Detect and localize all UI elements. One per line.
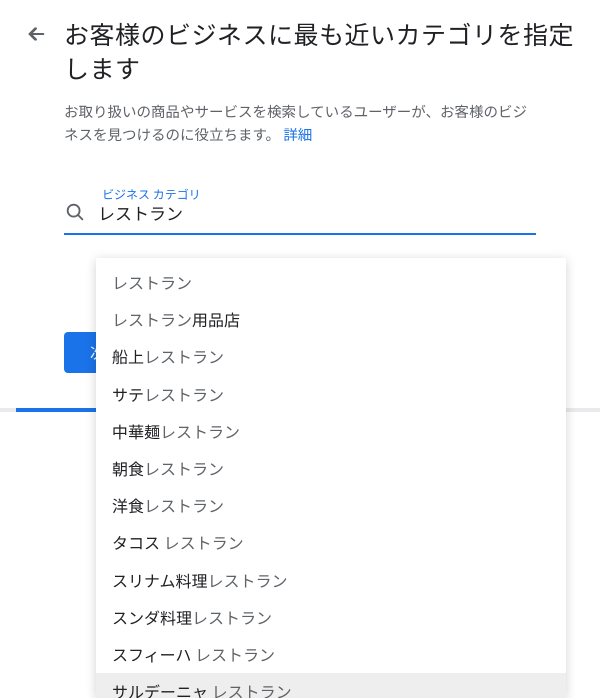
- dropdown-item-prefix: 朝食: [112, 456, 144, 480]
- dropdown-item[interactable]: サテレストラン: [96, 376, 566, 413]
- dropdown-item[interactable]: レストラン用品店: [96, 301, 566, 338]
- dropdown-item-match: レストラン: [192, 605, 272, 629]
- progress-fill: [16, 408, 104, 412]
- back-button[interactable]: [24, 24, 48, 48]
- dropdown-item[interactable]: スリナム料理レストラン: [96, 562, 566, 599]
- dropdown-item-prefix: スリナム料理: [112, 568, 208, 592]
- dropdown-item[interactable]: スフィーハ レストラン: [96, 636, 566, 673]
- arrow-left-icon: [25, 23, 47, 50]
- dropdown-item[interactable]: スンダ料理レストラン: [96, 599, 566, 636]
- dropdown-item[interactable]: タコス レストラン: [96, 524, 566, 561]
- dropdown-item[interactable]: 中華麺レストラン: [96, 413, 566, 450]
- dropdown-item-prefix: 中華麺: [112, 419, 160, 443]
- dropdown-item-prefix: スフィーハ: [112, 642, 195, 666]
- dropdown-item[interactable]: サルデーニャ レストラン: [96, 673, 566, 698]
- dropdown-item-match: レストラン: [112, 270, 192, 294]
- dropdown-item-prefix: スンダ料理: [112, 605, 192, 629]
- dropdown-item-prefix: サテ: [112, 382, 144, 406]
- search-icon: [64, 201, 86, 223]
- page-title: お客様のビジネスに最も近いカテゴリを指定します: [64, 18, 576, 86]
- dropdown-item[interactable]: 船上レストラン: [96, 338, 566, 375]
- dropdown-item-match: レストラン: [112, 307, 192, 331]
- page-subtitle: お取り扱いの商品やサービスを検索しているユーザーが、お客様のビジネスを見つけるの…: [0, 86, 600, 146]
- dropdown-item-prefix: 洋食: [112, 493, 144, 517]
- category-input[interactable]: [98, 200, 536, 225]
- dropdown-item-match: レストラン: [144, 493, 224, 517]
- dropdown-item[interactable]: 洋食レストラン: [96, 487, 566, 524]
- dropdown-item-prefix: サルデーニャ: [112, 679, 212, 698]
- dropdown-item-match: レストラン: [195, 642, 275, 666]
- dropdown-item-match: レストラン: [164, 530, 244, 554]
- dropdown-item-match: レストラン: [144, 456, 224, 480]
- dropdown-item[interactable]: レストラン: [96, 264, 566, 301]
- dropdown-item-match: レストラン: [144, 344, 224, 368]
- dropdown-item-match: レストラン: [160, 419, 240, 443]
- dropdown-item-match: レストラン: [144, 382, 224, 406]
- dropdown-item-match: レストラン: [212, 679, 292, 698]
- dropdown-item-match: レストラン: [208, 568, 288, 592]
- dropdown-item-prefix: 船上: [112, 344, 144, 368]
- dropdown-item-prefix: タコス: [112, 530, 164, 554]
- details-link[interactable]: 詳細: [283, 124, 312, 145]
- dropdown-item[interactable]: 朝食レストラン: [96, 450, 566, 487]
- dropdown-item-suffix: 用品店: [192, 307, 240, 331]
- category-field-label: ビジネス カテゴリ: [100, 186, 203, 203]
- category-dropdown: レストランレストラン用品店船上レストランサテレストラン中華麺レストラン朝食レスト…: [96, 258, 566, 698]
